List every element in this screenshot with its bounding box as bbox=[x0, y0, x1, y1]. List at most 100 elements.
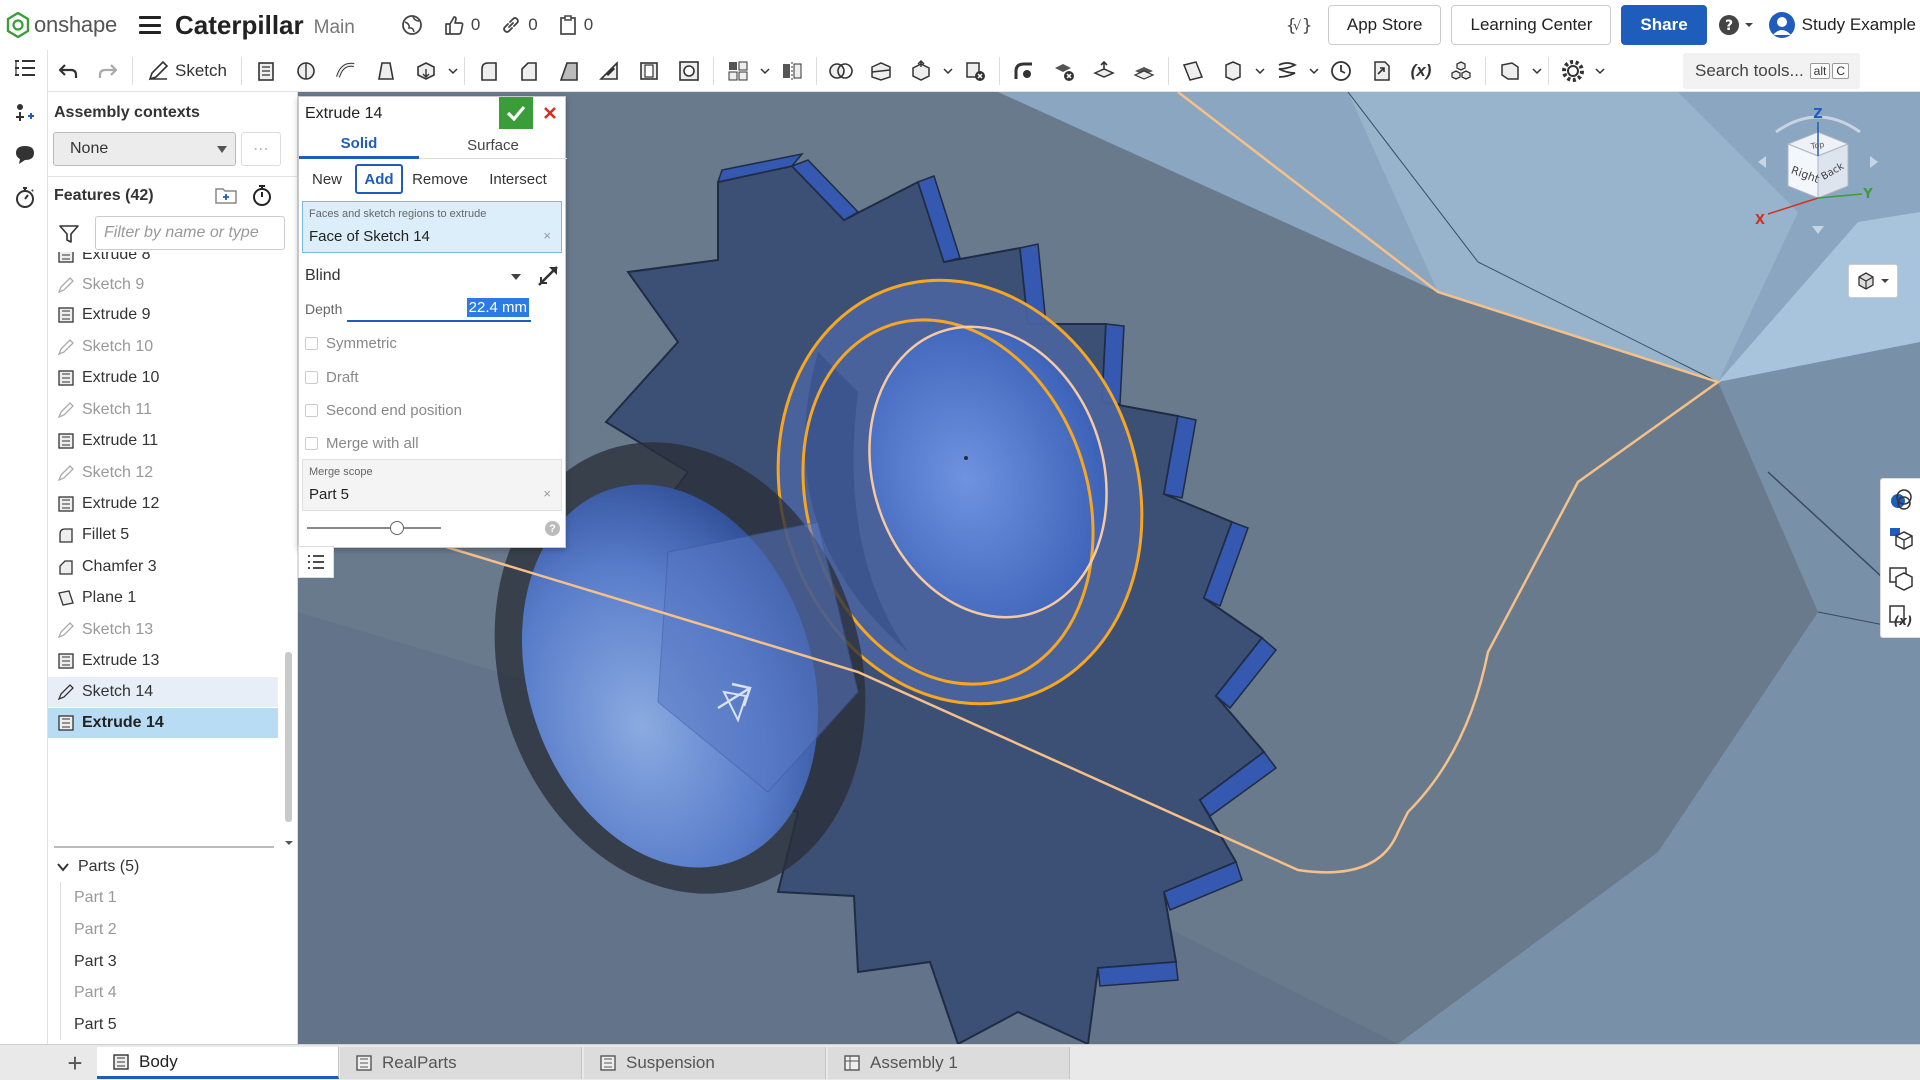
sheet-metal-dropdown[interactable] bbox=[1530, 53, 1544, 89]
copies-button[interactable]: 0 bbox=[558, 14, 593, 36]
modify-fillet-tool[interactable] bbox=[1004, 53, 1044, 89]
feature-sketch-12[interactable]: Sketch 12 bbox=[48, 458, 278, 488]
render-panel-button[interactable] bbox=[1888, 565, 1914, 591]
sheet-metal-tool[interactable] bbox=[1490, 53, 1530, 89]
preview-slider-track[interactable] bbox=[307, 527, 441, 529]
insert-toggle[interactable] bbox=[12, 100, 38, 126]
part-2[interactable]: Part 2 bbox=[74, 921, 117, 939]
tab-assembly-1[interactable]: Assembly 1 bbox=[828, 1047, 1070, 1079]
second-end-position-checkbox[interactable]: Second end position bbox=[305, 402, 462, 419]
feature-sketch-13[interactable]: Sketch 13 bbox=[48, 615, 278, 645]
variables-panel-button[interactable]: (x) bbox=[1888, 603, 1914, 629]
extrude-tool[interactable] bbox=[246, 53, 286, 89]
tab-solid[interactable]: Solid bbox=[299, 131, 419, 159]
menu-icon[interactable] bbox=[139, 16, 162, 34]
pattern-dropdown[interactable] bbox=[758, 53, 772, 89]
search-tools-input[interactable]: Search tools... alt C bbox=[1683, 53, 1860, 89]
custom-feature-settings[interactable] bbox=[1553, 53, 1593, 89]
revolve-tool[interactable] bbox=[286, 53, 326, 89]
rollback-timer-button[interactable] bbox=[250, 182, 276, 208]
feature-sketch-14[interactable]: Sketch 14 bbox=[48, 677, 278, 707]
public-globe-icon[interactable] bbox=[401, 14, 423, 36]
clear-selection-icon[interactable]: × bbox=[543, 228, 551, 243]
thicken-tool[interactable] bbox=[406, 53, 446, 89]
comments-toggle[interactable] bbox=[12, 142, 38, 168]
add-folder-button[interactable] bbox=[214, 184, 240, 208]
feature-extrude-14[interactable]: Extrude 14 bbox=[48, 708, 278, 738]
feature-extrude-8[interactable]: Extrude 8 bbox=[48, 252, 278, 270]
tab-body[interactable]: Body bbox=[97, 1047, 339, 1079]
operation-add[interactable]: Add bbox=[355, 164, 403, 194]
depth-input[interactable]: 22.4 mm bbox=[347, 296, 531, 322]
mass-properties-button[interactable] bbox=[1888, 525, 1914, 551]
like-button[interactable]: 0 bbox=[443, 14, 480, 36]
opposite-direction-button[interactable] bbox=[535, 263, 561, 289]
assembly-context-select[interactable]: None bbox=[53, 132, 236, 166]
loft-tool[interactable] bbox=[366, 53, 406, 89]
part-4[interactable]: Part 4 bbox=[74, 984, 117, 1002]
onshape-logo[interactable]: onshape bbox=[6, 12, 117, 38]
feature-list-toggle[interactable] bbox=[12, 56, 38, 82]
sweep-tool[interactable] bbox=[326, 53, 366, 89]
redo-button[interactable] bbox=[88, 53, 128, 89]
merge-with-all-checkbox[interactable]: Merge with all bbox=[305, 435, 419, 452]
feature-extrude-9[interactable]: Extrude 9 bbox=[48, 300, 278, 330]
scroll-down-arrow[interactable] bbox=[284, 834, 294, 845]
feature-list-scrollbar[interactable] bbox=[285, 652, 292, 822]
filter-icon[interactable] bbox=[58, 223, 80, 245]
helix-tool[interactable] bbox=[1267, 53, 1307, 89]
assembly-context-more-button[interactable]: ⋯ bbox=[241, 132, 281, 166]
part-5[interactable]: Part 5 bbox=[74, 1016, 117, 1034]
history-toggle[interactable] bbox=[12, 184, 38, 210]
display-mode-button[interactable] bbox=[1848, 264, 1898, 298]
end-type-select[interactable]: Blind bbox=[305, 267, 529, 285]
pattern-tool[interactable] bbox=[718, 53, 758, 89]
appearance-panel-button[interactable] bbox=[1888, 487, 1914, 513]
split-tool[interactable] bbox=[861, 53, 901, 89]
rib-tool[interactable] bbox=[589, 53, 629, 89]
tab-surface[interactable]: Surface bbox=[433, 131, 553, 159]
feature-sketch-10[interactable]: Sketch 10 bbox=[48, 332, 278, 362]
derived-tool[interactable] bbox=[1361, 53, 1401, 89]
branch-name[interactable]: Main bbox=[314, 17, 355, 39]
curve-dropdown[interactable] bbox=[1307, 53, 1321, 89]
feature-sketch-9[interactable]: Sketch 9 bbox=[48, 270, 278, 300]
document-title[interactable]: Caterpillar bbox=[175, 10, 304, 41]
learning-center-button[interactable]: Learning Center bbox=[1451, 5, 1612, 45]
plane-tool[interactable] bbox=[1173, 53, 1213, 89]
boolean-tool[interactable] bbox=[821, 53, 861, 89]
custom-features-icon[interactable]: {}√ bbox=[1276, 5, 1320, 45]
feature-extrude-10[interactable]: Extrude 10 bbox=[48, 363, 278, 393]
part-3[interactable]: Part 3 bbox=[74, 953, 117, 971]
operation-new[interactable]: New bbox=[303, 164, 351, 194]
clear-selection-icon[interactable]: × bbox=[543, 486, 551, 501]
feature-extrude-11[interactable]: Extrude 11 bbox=[48, 426, 278, 456]
transform-tool[interactable] bbox=[901, 53, 941, 89]
operation-remove[interactable]: Remove bbox=[409, 164, 471, 194]
merge-scope-box[interactable]: Merge scope Part 5 × bbox=[302, 459, 562, 511]
feature-plane-1[interactable]: Plane 1 bbox=[48, 583, 278, 613]
replace-face-tool[interactable] bbox=[1124, 53, 1164, 89]
delete-part-tool[interactable] bbox=[955, 53, 995, 89]
feature-list-mini-button[interactable] bbox=[298, 546, 334, 578]
links-button[interactable]: 0 bbox=[500, 14, 538, 36]
user-menu[interactable]: Study Example bbox=[1768, 11, 1916, 39]
part-1[interactable]: Part 1 bbox=[74, 889, 117, 907]
symmetric-checkbox[interactable]: Symmetric bbox=[305, 335, 397, 352]
feature-extrude-13[interactable]: Extrude 13 bbox=[48, 646, 278, 676]
transform-dropdown[interactable] bbox=[941, 53, 955, 89]
feature-fillet-5[interactable]: Fillet 5 bbox=[48, 520, 278, 550]
fillet-tool[interactable] bbox=[469, 53, 509, 89]
accept-button[interactable] bbox=[499, 97, 533, 129]
variable-tool[interactable]: (x) bbox=[1401, 53, 1441, 89]
draft-tool[interactable] bbox=[549, 53, 589, 89]
parts-header[interactable]: Parts (5) bbox=[56, 858, 139, 876]
shell-tool[interactable] bbox=[629, 53, 669, 89]
app-store-button[interactable]: App Store bbox=[1327, 5, 1442, 45]
tab-suspension[interactable]: Suspension bbox=[584, 1047, 826, 1079]
mate-connector-tool[interactable] bbox=[1213, 53, 1253, 89]
delete-face-tool[interactable] bbox=[1044, 53, 1084, 89]
draft-checkbox[interactable]: Draft bbox=[305, 369, 359, 386]
chamfer-tool[interactable] bbox=[509, 53, 549, 89]
measure-tool[interactable] bbox=[1321, 53, 1361, 89]
